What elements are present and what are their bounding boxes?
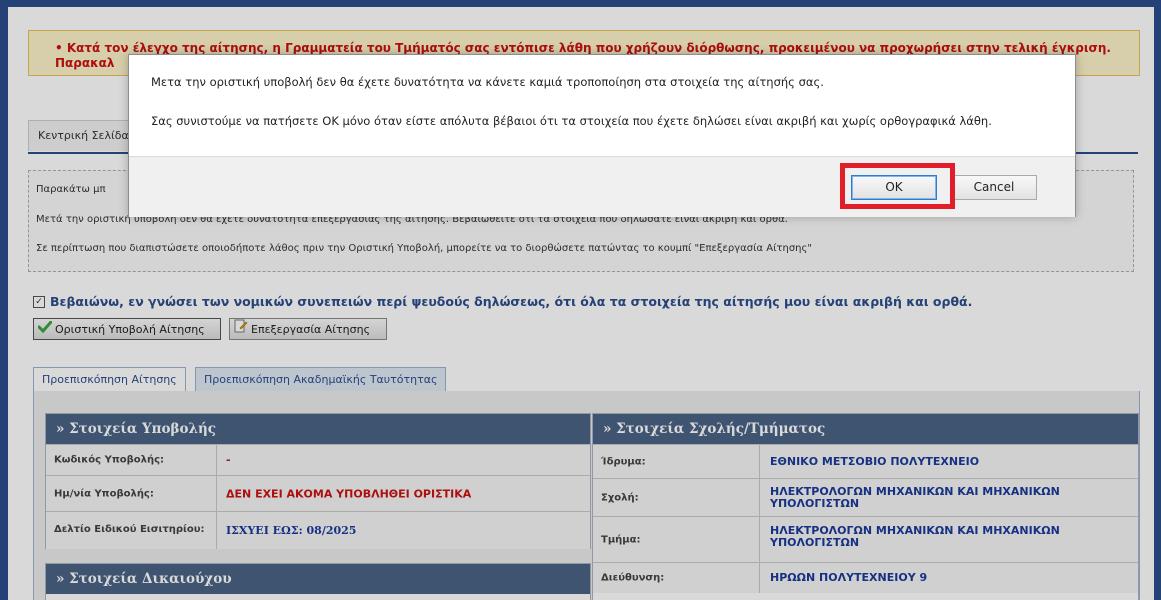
application-page: • Κατά τον έλεγχο της αίτησης, η Γραμματ… xyxy=(0,0,1161,600)
cancel-button[interactable]: Cancel xyxy=(951,175,1037,200)
dialog-message-1: Μετα την οριστική υποβολή δεν θα έχετε δ… xyxy=(151,75,824,89)
ok-highlight-box xyxy=(840,163,955,209)
dialog-message-2: Σας συνιστούμε να πατήσετε ΟΚ μόνο όταν … xyxy=(151,114,992,128)
dialog-body: Μετα την οριστική υποβολή δεν θα έχετε δ… xyxy=(129,55,1075,156)
